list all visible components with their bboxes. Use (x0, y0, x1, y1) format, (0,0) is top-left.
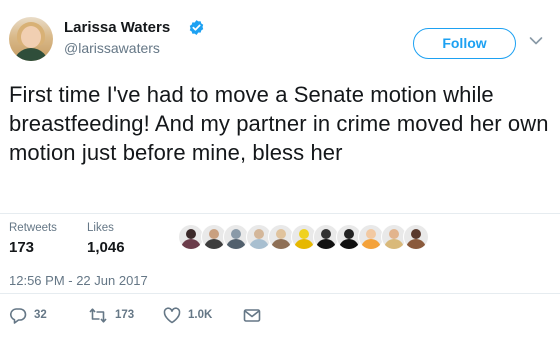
liker-avatar-head (208, 229, 219, 239)
liker-avatar-body (248, 239, 269, 249)
liker-avatar-body (316, 239, 336, 249)
liker-avatar-body (203, 239, 224, 249)
retweet-icon (89, 307, 107, 323)
envelope-icon (243, 308, 261, 322)
follow-button[interactable]: Follow (413, 28, 516, 59)
liker-avatar-body (383, 239, 404, 249)
tweet-card: Larissa Waters @larissawaters Follow Fir… (0, 0, 560, 343)
divider (0, 293, 560, 294)
liker-avatar-head (321, 229, 331, 239)
liker-avatar-body (338, 239, 359, 249)
tweet-text: First time I've had to move a Senate mot… (9, 82, 549, 165)
liker-avatar-body (361, 239, 381, 249)
liker-avatar[interactable] (403, 224, 429, 250)
likes-count: 1,046 (87, 239, 125, 256)
likers-avatar-row (178, 224, 438, 250)
retweets-stat[interactable]: Retweets 173 (9, 222, 57, 256)
direct-message-button[interactable] (243, 306, 261, 324)
heart-icon (163, 306, 181, 323)
user-display-name[interactable]: Larissa Waters (64, 19, 170, 36)
user-avatar[interactable] (9, 17, 53, 61)
reply-button[interactable]: 32 (9, 306, 47, 324)
liker-avatar-body (293, 239, 314, 249)
tweet-timestamp[interactable]: 12:56 PM - 22 Jun 2017 (9, 273, 148, 288)
liker-avatar-head (231, 229, 241, 239)
verified-badge-icon (189, 20, 204, 35)
like-count: 1.0K (188, 309, 213, 321)
avatar-face (21, 26, 41, 48)
liker-avatar-head (411, 229, 421, 239)
liker-avatar-body (226, 239, 246, 249)
retweets-label: Retweets (9, 222, 57, 234)
liker-avatar-head (253, 229, 264, 239)
liker-avatar-head (366, 229, 376, 239)
retweets-count: 173 (9, 239, 35, 256)
like-button[interactable]: 1.0K (163, 306, 212, 324)
liker-avatar-body (181, 239, 201, 249)
likes-stat[interactable]: Likes 1,046 (87, 222, 125, 256)
reply-icon (10, 307, 27, 324)
retweet-button[interactable]: 173 (88, 306, 134, 324)
liker-avatar-head (343, 229, 354, 239)
likes-label: Likes (87, 222, 114, 234)
avatar-body (13, 48, 49, 61)
liker-avatar-body (271, 239, 291, 249)
divider (0, 213, 560, 214)
liker-avatar-head (276, 229, 286, 239)
reply-count: 32 (34, 309, 47, 321)
retweet-count: 173 (115, 309, 135, 321)
liker-avatar-head (388, 229, 399, 239)
liker-avatar-body (406, 239, 426, 249)
liker-avatar-head (186, 229, 196, 239)
liker-avatar-head (298, 229, 309, 239)
user-handle[interactable]: @larissawaters (64, 40, 160, 56)
chevron-down-icon[interactable] (529, 36, 543, 46)
